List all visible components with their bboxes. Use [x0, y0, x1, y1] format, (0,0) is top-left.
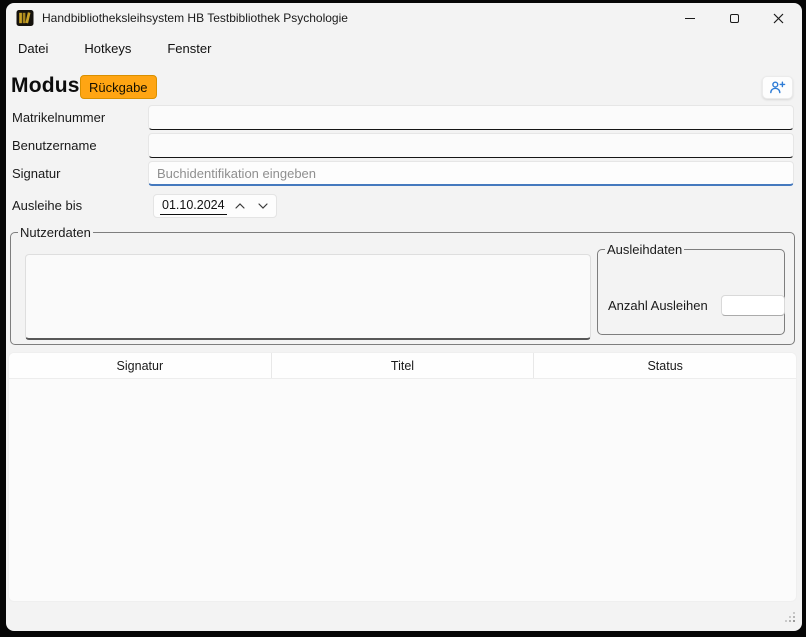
library-books-icon	[16, 9, 34, 27]
spin-down-button[interactable]	[252, 197, 273, 215]
close-icon	[773, 13, 784, 24]
mode-badge[interactable]: Rückgabe	[80, 75, 157, 99]
anzahl-ausleihen-row: Anzahl Ausleihen	[608, 295, 785, 316]
ausleihdaten-groupbox: Ausleihdaten Anzahl Ausleihen	[597, 242, 785, 335]
results-table: Signatur Titel Status	[8, 352, 797, 602]
benutzername-label: Benutzername	[12, 133, 97, 158]
menu-hotkeys[interactable]: Hotkeys	[74, 36, 141, 61]
matrikelnummer-label: Matrikelnummer	[12, 105, 105, 130]
maximize-button[interactable]	[712, 3, 756, 33]
add-user-button[interactable]	[762, 76, 793, 99]
column-header-status[interactable]: Status	[534, 353, 796, 378]
nutzerdaten-legend: Nutzerdaten	[18, 225, 93, 240]
window-controls	[668, 3, 800, 33]
ausleihe-bis-value[interactable]: 01.10.2024	[160, 197, 227, 215]
ausleihe-bis-spinner[interactable]: 01.10.2024	[153, 194, 277, 218]
close-button[interactable]	[756, 3, 800, 33]
screen: Handbibliotheksleihsystem HB Testbibliot…	[0, 0, 806, 637]
spin-up-button[interactable]	[229, 197, 250, 215]
signatur-input[interactable]	[148, 161, 794, 186]
menu-datei[interactable]: Datei	[8, 36, 58, 61]
app-window: Handbibliotheksleihsystem HB Testbibliot…	[6, 3, 802, 631]
matrikelnummer-input[interactable]	[148, 105, 794, 130]
column-header-signatur[interactable]: Signatur	[9, 353, 272, 378]
anzahl-ausleihen-label: Anzahl Ausleihen	[608, 298, 708, 313]
nutzerdaten-textarea[interactable]	[25, 254, 591, 340]
window-title: Handbibliotheksleihsystem HB Testbibliot…	[42, 11, 348, 25]
benutzername-input[interactable]	[148, 133, 794, 158]
minimize-button[interactable]	[668, 3, 712, 33]
ausleihe-bis-label: Ausleihe bis	[12, 193, 82, 218]
signatur-label: Signatur	[12, 161, 60, 186]
ausleihdaten-legend: Ausleihdaten	[605, 242, 684, 257]
minimize-icon	[685, 18, 695, 19]
chevron-down-icon	[258, 203, 268, 209]
page-title: Modus	[11, 74, 80, 98]
table-body	[9, 379, 796, 601]
column-header-titel[interactable]: Titel	[272, 353, 535, 378]
table-header-row: Signatur Titel Status	[9, 353, 796, 379]
anzahl-ausleihen-input[interactable]	[721, 295, 785, 316]
chevron-up-icon	[235, 203, 245, 209]
menubar: Datei Hotkeys Fenster	[6, 33, 802, 63]
maximize-icon	[730, 14, 739, 23]
person-add-icon	[769, 80, 786, 95]
titlebar: Handbibliotheksleihsystem HB Testbibliot…	[6, 3, 802, 33]
resize-grip-icon[interactable]	[783, 610, 795, 622]
menu-fenster[interactable]: Fenster	[157, 36, 221, 61]
